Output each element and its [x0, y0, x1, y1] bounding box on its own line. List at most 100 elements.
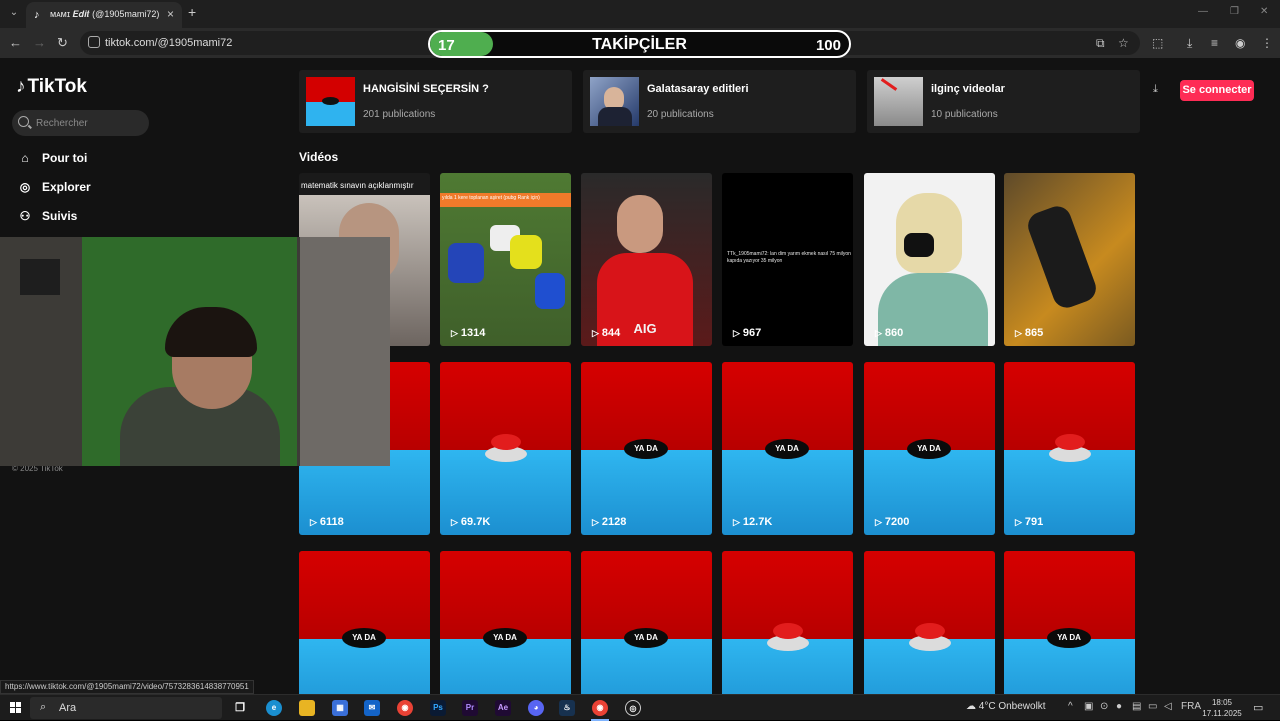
tray-app-icon[interactable]: ▤ [1132, 701, 1141, 712]
compass-icon: ◎ [19, 180, 31, 194]
video-card[interactable]: ▷ 865 [1004, 173, 1135, 346]
playlist-card[interactable]: ilginç videolar 10 publications [867, 70, 1140, 133]
playlist-count: 20 publications [647, 109, 714, 120]
video-card[interactable]: ▷ 791 [1004, 362, 1135, 535]
playlist-title: ilginç videolar [931, 83, 1005, 95]
site-info-icon[interactable] [88, 36, 100, 48]
tab-close-icon[interactable]: × [167, 7, 174, 21]
follower-goal-widget: 17 TAKİPÇİLER 100 [428, 30, 851, 58]
video-card[interactable]: AIG ▷ 844 [581, 173, 712, 346]
task-view-icon[interactable]: ❐ [232, 700, 248, 716]
video-card[interactable] [864, 551, 995, 694]
volume-icon[interactable]: ◁ [1164, 701, 1172, 712]
premiere-icon[interactable]: Pr [462, 700, 478, 716]
network-icon[interactable]: ▭ [1148, 701, 1157, 712]
video-caption: YA DA [483, 628, 527, 648]
play-icon: ▷ [875, 328, 882, 338]
sidebar-item-following[interactable]: ⚇ Suivis [16, 209, 78, 229]
taskbar-search[interactable]: ⌕ Ara [30, 697, 222, 719]
video-card[interactable]: YA DA [299, 551, 430, 694]
back-icon[interactable]: ← [9, 35, 22, 50]
playlist-card[interactable]: Galatasaray editleri 20 publications [583, 70, 856, 133]
file-explorer-icon[interactable] [299, 700, 315, 716]
weather-widget[interactable]: ☁ 4°C Onbewolkt [966, 701, 1046, 712]
link-status-bar: https://www.tiktok.com/@1905mami72/video… [0, 680, 254, 694]
sidebar-item-for-you[interactable]: ⌂ Pour toi [16, 151, 87, 171]
photoshop-icon[interactable]: Ps [430, 700, 446, 716]
downloads-icon[interactable]: ⤓ [1187, 36, 1192, 51]
video-caption: TTk_1905mami72: lan dim yarım ekmek nası… [727, 251, 851, 264]
video-card[interactable] [722, 551, 853, 694]
notifications-icon[interactable]: ▭ [1253, 701, 1263, 714]
reload-icon[interactable]: ↻ [57, 35, 68, 51]
windows-start-icon[interactable] [10, 702, 22, 714]
system-clock[interactable]: 18:05 17.11.2025 [1202, 697, 1242, 719]
red-button-icon [1049, 434, 1091, 464]
video-card[interactable]: YA DA ▷ 12.7K [722, 362, 853, 535]
menu-kebab-icon[interactable]: ⋮ [1261, 36, 1273, 50]
mail-icon[interactable]: ✉ [364, 700, 380, 716]
video-caption: matematik sınavın açıklanmıştır [301, 181, 414, 190]
browser-tab[interactable]: ♪ ᴍᴀᴍɪ 𝑬𝒅𝒊𝒕 (@1905mami72) | T × [26, 2, 182, 28]
tray-app-icon[interactable]: ▣ [1084, 701, 1093, 712]
search-input[interactable] [36, 114, 146, 132]
edge-icon[interactable]: e [266, 700, 282, 716]
minimize-icon[interactable]: — [1198, 6, 1208, 17]
browser-tab-bar: ⌄ ♪ ᴍᴀᴍɪ 𝑬𝒅𝒊𝒕 (@1905mami72) | T × + — ❐ … [0, 0, 1280, 28]
user-icon: ⚇ [19, 209, 31, 223]
tab-search-icon[interactable]: ⌄ [6, 5, 22, 21]
video-caption: YA DA [1047, 628, 1091, 648]
video-card[interactable]: YA DA ▷ 7200 [864, 362, 995, 535]
sidebar-item-explore[interactable]: ◎ Explorer [16, 180, 91, 200]
forward-icon[interactable]: → [33, 35, 46, 50]
discord-icon[interactable]: ◕ [528, 700, 544, 716]
view-count: ▷ 7200 [875, 516, 910, 528]
profile-avatar-icon[interactable]: ◉ [1235, 36, 1245, 50]
tiktok-page: ♪TikTok ⌂Pour toi ◎Explorer ⚇Suivis © 20… [0, 58, 1280, 694]
playlist-card[interactable]: HANGİSİNİ SEÇERSİN ? 201 publications [299, 70, 572, 133]
url-text: tiktok.com/@1905mami72 [105, 37, 233, 49]
tiktok-logo[interactable]: ♪ TikTok [16, 76, 87, 98]
search-box[interactable] [12, 110, 149, 136]
video-card[interactable]: YA DA [440, 551, 571, 694]
download-app-icon[interactable]: ⤓ [1153, 83, 1158, 96]
video-caption: AIG [633, 321, 657, 336]
play-icon: ▷ [310, 517, 317, 527]
playlist-count: 10 publications [931, 109, 998, 120]
language-indicator[interactable]: FRA [1181, 701, 1201, 712]
video-card[interactable]: YA DA [581, 551, 712, 694]
home-icon: ⌂ [21, 151, 29, 165]
window-close-icon[interactable]: ✕ [1260, 6, 1268, 17]
microphone-icon[interactable]: ● [1116, 701, 1122, 712]
steam-icon[interactable]: ♨ [559, 700, 575, 716]
video-caption: YA DA [624, 439, 668, 459]
video-card[interactable]: ▷ 69.7K [440, 362, 571, 535]
video-card[interactable]: TTk_1905mami72: lan dim yarım ekmek nası… [722, 173, 853, 346]
chrome-icon[interactable]: ◉ [397, 700, 413, 716]
view-count: ▷ 967 [733, 327, 762, 339]
video-card[interactable]: YA DA [1004, 551, 1135, 694]
tray-app-icon[interactable]: ⊙ [1100, 701, 1108, 712]
play-icon: ▷ [1015, 517, 1022, 527]
tab-title: ᴍᴀᴍɪ 𝑬𝒅𝒊𝒕 (@1905mami72) | T [50, 9, 160, 19]
login-button[interactable]: Se connecter [1180, 80, 1254, 101]
video-card[interactable]: yılda 1 kere toplanan aşiret (pubg Rank … [440, 173, 571, 346]
video-card[interactable]: YA DA ▷ 2128 [581, 362, 712, 535]
play-icon: ▷ [875, 517, 882, 527]
reading-list-icon[interactable]: ≡ [1211, 36, 1218, 50]
bookmark-star-icon[interactable]: ☆ [1118, 36, 1129, 50]
windows-taskbar: ⌕ Ara ❐ e ▦ ✉ ◉ Ps Pr Ae ◕ ♨ ◉ ◎ ☁ 4°C O… [0, 694, 1280, 721]
view-count: ▷ 1314 [451, 327, 486, 339]
tray-overflow-icon[interactable]: ^ [1068, 701, 1073, 712]
install-icon[interactable]: ⧉ [1096, 36, 1105, 51]
restore-icon[interactable]: ❐ [1230, 6, 1239, 17]
play-icon: ▷ [733, 328, 740, 338]
new-tab-icon[interactable]: + [188, 4, 196, 20]
extensions-icon[interactable]: ⬚ [1152, 36, 1163, 50]
video-card[interactable]: ▷ 860 [864, 173, 995, 346]
obs-icon[interactable]: ◎ [625, 700, 641, 716]
store-icon[interactable]: ▦ [332, 700, 348, 716]
after-effects-icon[interactable]: Ae [495, 700, 511, 716]
view-count: ▷ 844 [592, 327, 621, 339]
chrome-active-icon[interactable]: ◉ [592, 700, 608, 716]
